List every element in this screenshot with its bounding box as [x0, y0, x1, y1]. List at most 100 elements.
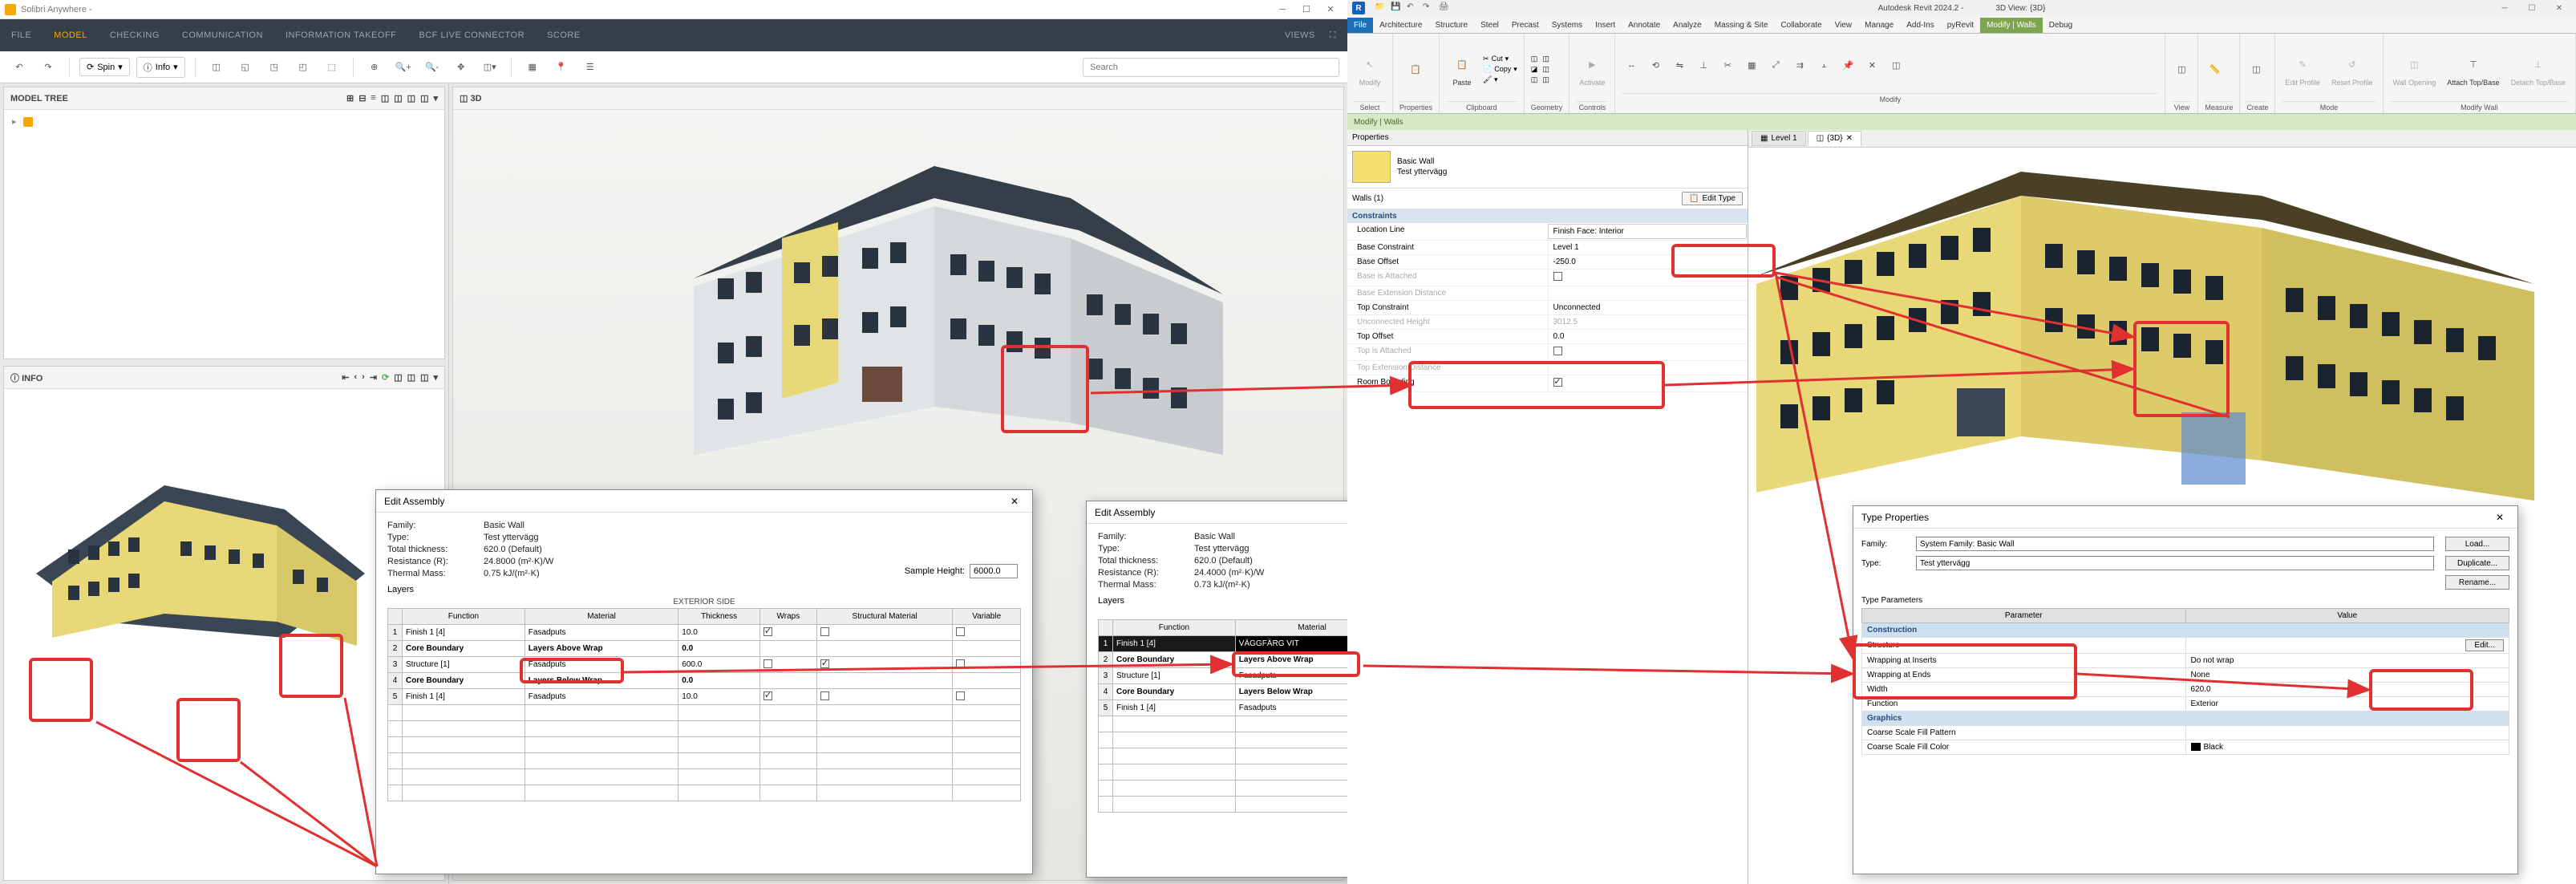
- info-nav-first[interactable]: ⇤: [342, 372, 349, 383]
- geom-c-icon[interactable]: ◫: [1542, 75, 1549, 84]
- close-button[interactable]: ✕: [1318, 2, 1343, 18]
- ribbon-tab-insert[interactable]: Insert: [1589, 18, 1622, 33]
- prop-row[interactable]: Base Offset-250.0: [1347, 255, 1748, 270]
- delete-icon[interactable]: ✕: [1862, 55, 1881, 75]
- prop-row[interactable]: Location LineFinish Face: Interior: [1347, 223, 1748, 241]
- cut-button[interactable]: ✂ Cut ▾: [1483, 55, 1517, 63]
- qat-undo-icon[interactable]: ↶: [1407, 2, 1418, 14]
- create-icon[interactable]: ◫: [2246, 59, 2266, 79]
- geom-b-icon[interactable]: ◫: [1542, 65, 1549, 74]
- dialog-a-close[interactable]: ✕: [1005, 493, 1024, 509]
- qat-open-icon[interactable]: 📁: [1375, 2, 1386, 14]
- tree-icon-6[interactable]: ◫: [407, 93, 415, 103]
- trim-icon[interactable]: ⊥: [1694, 55, 1713, 75]
- layer-row[interactable]: 1Finish 1 [4]Fasadputs10.0: [388, 625, 1021, 641]
- redo-icon[interactable]: ↷: [37, 56, 59, 79]
- prop-row[interactable]: Top Extension Distance: [1347, 361, 1748, 375]
- info-nav-last[interactable]: ⇥: [370, 372, 377, 383]
- ribbon-tab-file[interactable]: File: [1347, 18, 1373, 33]
- menu-info-takeoff[interactable]: INFORMATION TAKEOFF: [286, 30, 396, 40]
- ribbon-tab-modify-walls[interactable]: Modify | Walls: [1980, 18, 2043, 33]
- qat-save-icon[interactable]: 💾: [1391, 2, 1402, 14]
- info-button[interactable]: ⓘ Info ▾: [136, 57, 185, 78]
- prop-row[interactable]: Room Bounding: [1347, 375, 1748, 392]
- ribbon-tab-steel[interactable]: Steel: [1474, 18, 1505, 33]
- layers-icon[interactable]: ☰: [579, 56, 601, 79]
- attach-topbase-icon[interactable]: ⊤: [2461, 51, 2486, 77]
- layer-row[interactable]: 2Core BoundaryLayers Above Wrap0.0: [388, 641, 1021, 657]
- align-icon[interactable]: ⫠: [1814, 55, 1833, 75]
- ribbon-tab-collaborate[interactable]: Collaborate: [1774, 18, 1828, 33]
- cube5-icon[interactable]: ⬚: [321, 56, 343, 79]
- fullscreen-icon[interactable]: ⛶: [1330, 30, 1336, 41]
- info-icon-c[interactable]: ◫: [420, 372, 428, 383]
- mirror-icon[interactable]: ⇋: [1670, 55, 1689, 75]
- edit-structure-button[interactable]: Edit...: [2465, 639, 2504, 651]
- layers-table-a[interactable]: FunctionMaterialThicknessWrapsStructural…: [387, 608, 1021, 801]
- spin-button[interactable]: ⟳ Spin ▾: [79, 58, 130, 76]
- ribbon-tab-manage[interactable]: Manage: [1858, 18, 1900, 33]
- prop-row[interactable]: Base Extension Distance: [1347, 286, 1748, 301]
- layer-row[interactable]: 5Finish 1 [4]Fasadputs10.0: [388, 689, 1021, 705]
- type-params-table[interactable]: ParameterValue Construction StructureEdi…: [1861, 608, 2509, 755]
- ribbon-tab-systems[interactable]: Systems: [1545, 18, 1589, 33]
- cube3-icon[interactable]: ◳: [263, 56, 286, 79]
- tp-close[interactable]: ✕: [2490, 509, 2509, 525]
- maximize-button[interactable]: ☐: [1294, 2, 1318, 18]
- menu-score[interactable]: SCORE: [547, 30, 581, 40]
- menu-checking[interactable]: CHECKING: [110, 30, 160, 40]
- search-input[interactable]: [1083, 58, 1339, 77]
- type-param-row[interactable]: Wrapping at EndsNone: [1862, 668, 2509, 683]
- type-param-row[interactable]: FunctionExterior: [1862, 697, 2509, 712]
- tp-type-dropdown[interactable]: Test yttervägg: [1916, 556, 2434, 570]
- tree-icon-1[interactable]: ⊞: [346, 93, 354, 103]
- type-param-row[interactable]: Width620.0: [1862, 683, 2509, 697]
- geom-join-icon[interactable]: ◫: [1531, 75, 1538, 84]
- revit-minimize[interactable]: ─: [2493, 0, 2517, 16]
- ribbon-tab-view[interactable]: View: [1829, 18, 1859, 33]
- edit-type-button[interactable]: 📋 Edit Type: [1682, 192, 1743, 205]
- tp-load-button[interactable]: Load...: [2445, 537, 2509, 551]
- scale-icon[interactable]: ⤢: [1766, 55, 1785, 75]
- minimize-button[interactable]: ─: [1270, 2, 1294, 18]
- revit-maximize[interactable]: ☐: [2520, 0, 2544, 16]
- menu-file[interactable]: FILE: [11, 30, 31, 40]
- paste-button[interactable]: 📋Paste: [1446, 50, 1478, 88]
- revit-close[interactable]: ✕: [2547, 0, 2571, 16]
- qat-redo-icon[interactable]: ↷: [1423, 2, 1434, 14]
- menu-bcf[interactable]: BCF LIVE CONNECTOR: [419, 30, 525, 40]
- measure-icon[interactable]: 📏: [2205, 59, 2224, 79]
- split-icon[interactable]: ✂: [1718, 55, 1737, 75]
- properties-table[interactable]: Constraints Location LineFinish Face: In…: [1347, 209, 1748, 884]
- info-icon-d[interactable]: ▾: [433, 372, 438, 383]
- tree-icon-3[interactable]: ≡: [371, 93, 375, 103]
- prop-row[interactable]: Base ConstraintLevel 1: [1347, 241, 1748, 255]
- copy-button[interactable]: 📄 Copy ▾: [1483, 65, 1517, 74]
- type-param-row[interactable]: StructureEdit...: [1862, 638, 2509, 654]
- move-icon[interactable]: ↔: [1622, 55, 1641, 75]
- tree-icon-5[interactable]: ◫: [394, 93, 402, 103]
- grid-icon[interactable]: ▦: [521, 56, 544, 79]
- zoom-out-icon[interactable]: 🔍-: [421, 56, 444, 79]
- tp-rename-button[interactable]: Rename...: [2445, 575, 2509, 590]
- zoom-in-icon[interactable]: 🔍+: [392, 56, 415, 79]
- tree-icon-7[interactable]: ◫: [420, 93, 428, 103]
- prop-row[interactable]: Top ConstraintUnconnected: [1347, 301, 1748, 315]
- geom-cut-icon[interactable]: ◪: [1531, 65, 1538, 74]
- section-icon[interactable]: ◫▾: [479, 56, 501, 79]
- tp-family-dropdown[interactable]: System Family: Basic Wall: [1916, 537, 2434, 551]
- array-icon[interactable]: ▦: [1742, 55, 1761, 75]
- info-refresh[interactable]: ⟳: [382, 372, 389, 383]
- offset-icon[interactable]: ⇉: [1790, 55, 1809, 75]
- views-button[interactable]: VIEWS: [1285, 30, 1315, 40]
- layer-row[interactable]: 3Structure [1]Fasadputs600.0: [388, 657, 1021, 673]
- pin-icon[interactable]: 📌: [1838, 55, 1857, 75]
- zoom-fit-icon[interactable]: ⊕: [363, 56, 386, 79]
- match-button[interactable]: 🖌 ▾: [1483, 75, 1517, 84]
- prop-row[interactable]: Unconnected Height3012.5: [1347, 315, 1748, 330]
- ribbon-tab-precast[interactable]: Precast: [1505, 18, 1545, 33]
- prop-row[interactable]: Base is Attached: [1347, 270, 1748, 286]
- view-hide-icon[interactable]: ◫: [2172, 59, 2191, 79]
- view-tab-level1[interactable]: ▦ Level 1: [1752, 131, 1806, 146]
- undo-icon[interactable]: ↶: [8, 56, 30, 79]
